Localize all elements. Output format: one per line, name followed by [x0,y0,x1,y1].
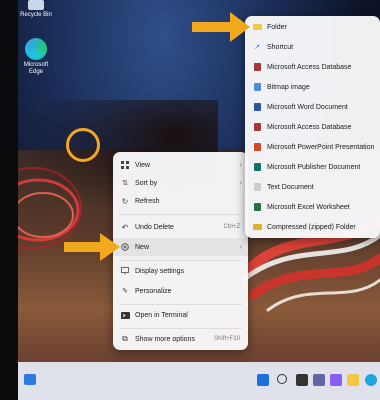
shortcut-hint: Ctrl+Z [223,224,241,230]
context-menu: View › ⇅ Sort by › ↻ Refresh ↶ Undo Dele… [113,152,248,350]
chat-icon[interactable] [313,374,325,386]
new-bitmap-item[interactable]: Bitmap image [245,78,380,96]
teams-icon[interactable] [330,374,342,386]
menu-item-show-more-options[interactable]: ⧉ Show more options Shift+F10 [113,330,248,348]
display-icon [117,267,133,275]
excel-icon [249,203,265,211]
shortcut-icon: ↗ [254,44,260,51]
edge-taskbar-icon[interactable] [365,374,377,386]
menu-item-view[interactable]: View › [113,156,248,174]
publisher-icon [249,163,265,171]
taskbar [0,362,380,400]
new-access-database-item[interactable]: Microsoft Access Database [245,58,380,76]
zip-folder-icon [249,224,265,230]
arrow-to-new [64,233,120,261]
brush-icon: ✎ [122,288,128,295]
chevron-right-icon: › [239,243,242,251]
start-icon[interactable] [257,374,269,386]
file-explorer-icon[interactable] [347,374,359,386]
desktop-screen: Recycle Bin Microsoft Edge View › ⇅ Sort… [0,0,380,400]
task-view-icon[interactable] [296,374,308,386]
recycle-bin-icon [28,0,44,10]
menu-item-new[interactable]: New › [113,238,248,256]
powerpoint-icon [249,143,265,151]
access-icon [249,63,265,71]
widgets-icon[interactable] [24,374,36,385]
arrow-to-folder [192,12,250,42]
menu-item-refresh[interactable]: ↻ Refresh [113,192,248,210]
shortcut-hint: Shift+F10 [214,336,240,342]
menu-item-sort-by[interactable]: ⇅ Sort by › [113,174,248,192]
new-shortcut-item[interactable]: ↗ Shortcut [245,38,380,56]
device-bezel [0,362,18,400]
recycle-bin-label: Recycle Bin [20,12,52,18]
search-icon[interactable] [277,374,287,384]
menu-separator [119,260,242,261]
new-powerpoint-item[interactable]: Microsoft PowerPoint Presentation [245,138,380,156]
access-icon [249,123,265,131]
new-zip-folder-item[interactable]: Compressed (zipped) Folder [245,218,380,236]
bitmap-icon [249,83,265,91]
menu-separator [119,214,242,215]
menu-item-personalize[interactable]: ✎ Personalize [113,282,248,300]
menu-separator [119,328,242,329]
chevron-right-icon: › [239,179,242,187]
sort-icon: ⇅ [122,180,128,187]
word-icon [249,103,265,111]
text-document-icon [249,183,265,191]
edge-label: Microsoft Edge [23,62,49,75]
new-text-document-item[interactable]: Text Document [245,178,380,196]
new-access-database-item-2[interactable]: Microsoft Access Database [245,118,380,136]
right-click-indicator [66,128,100,162]
edge-shortcut[interactable]: Microsoft Edge [16,38,56,76]
menu-item-open-in-terminal[interactable]: Open in Terminal [113,306,248,324]
new-folder-item[interactable]: Folder [245,18,380,36]
terminal-icon [117,311,133,319]
refresh-icon: ↻ [121,196,129,206]
edge-icon [25,38,47,60]
new-word-item[interactable]: Microsoft Word Document [245,98,380,116]
menu-separator [119,304,242,305]
undo-icon: ↶ [121,222,129,232]
recycle-bin-shortcut[interactable]: Recycle Bin [16,0,56,19]
new-publisher-item[interactable]: Microsoft Publisher Document [245,158,380,176]
menu-item-display-settings[interactable]: Display settings [113,262,248,280]
new-excel-item[interactable]: Microsoft Excel Worksheet [245,198,380,216]
grid-icon [117,161,133,169]
more-icon: ⧉ [122,334,128,343]
menu-item-undo-delete[interactable]: ↶ Undo Delete Ctrl+Z [113,218,248,236]
new-submenu: Folder ↗ Shortcut Microsoft Access Datab… [245,16,380,238]
chevron-right-icon: › [239,161,242,169]
